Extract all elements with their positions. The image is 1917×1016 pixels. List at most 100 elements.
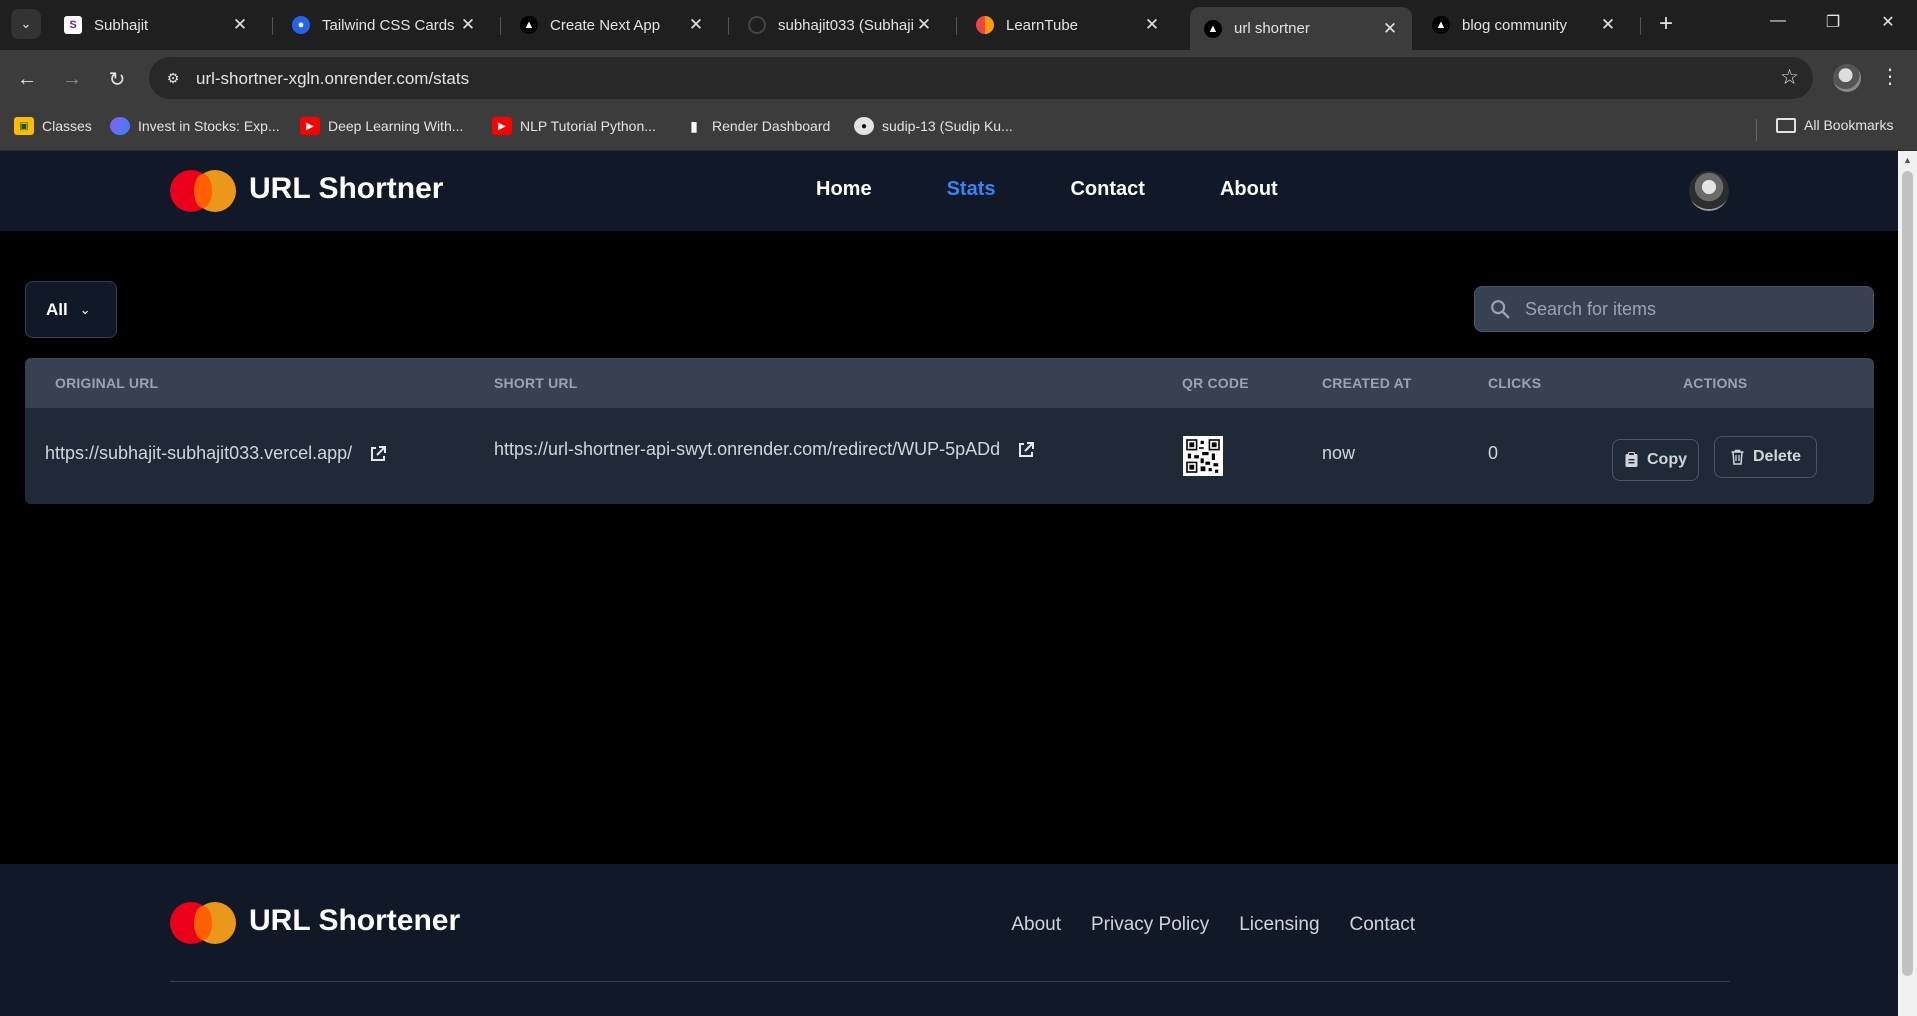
close-icon[interactable]: ✕: [1142, 15, 1162, 35]
brand-name[interactable]: URL Shortner: [249, 172, 443, 206]
user-avatar[interactable]: [1689, 171, 1729, 211]
tab-github-subhajit033[interactable]: subhajit033 (Subhajit ✕: [734, 7, 946, 43]
bookmark-label: Classes: [42, 118, 92, 134]
scrollbar-thumb[interactable]: [1902, 171, 1913, 976]
close-icon[interactable]: ✕: [914, 15, 934, 35]
site-settings-icon[interactable]: ⚙: [161, 67, 185, 89]
learntube-favicon-icon: [976, 16, 994, 34]
header-short-url: Short URL: [494, 375, 578, 391]
tab-url-shortner-active[interactable]: ▲ url shortner ✕: [1190, 7, 1412, 50]
vercel-triangle-favicon-icon: ▲: [1432, 16, 1450, 34]
vercel-triangle-favicon-icon: ▲: [1204, 19, 1222, 38]
bookmark-sudip-github[interactable]: ● sudip-13 (Sudip Ku...: [854, 117, 1013, 135]
tab-create-next-app[interactable]: ▲ Create Next App ✕: [506, 7, 718, 43]
close-icon[interactable]: ✕: [686, 15, 706, 35]
footer-link-privacy-policy[interactable]: Privacy Policy: [1091, 914, 1209, 936]
delete-button-label: Delete: [1752, 448, 1802, 465]
site-navbar: URL Shortner Home Stats Contact About: [0, 151, 1898, 231]
bookmark-classes[interactable]: ▣ Classes: [14, 117, 92, 135]
external-link-icon[interactable]: [368, 444, 388, 464]
all-bookmarks[interactable]: All Bookmarks: [1776, 117, 1893, 133]
new-tab-plus-icon[interactable]: +: [1652, 10, 1680, 38]
clicks-cell: 0: [1488, 443, 1499, 463]
footer-link-contact[interactable]: Contact: [1350, 914, 1415, 936]
classroom-icon: ▣: [14, 117, 34, 135]
search-box: [1474, 286, 1874, 332]
close-icon[interactable]: ✕: [230, 15, 250, 35]
restore-icon[interactable]: ❐: [1819, 12, 1847, 36]
subhajit-s-favicon-icon: S: [64, 16, 82, 34]
header-created-at: Created At: [1322, 375, 1412, 391]
tab-blog-community[interactable]: ▲ blog community ✕: [1418, 7, 1630, 43]
kebab-menu-icon[interactable]: ⋮: [1880, 64, 1900, 89]
original-url-cell: https://subhajit-subhajit033.vercel.app/: [45, 443, 388, 464]
minimize-icon[interactable]: —: [1764, 12, 1792, 36]
tab-learntube[interactable]: LearnTube ✕: [962, 7, 1174, 43]
bookmark-deep-learning[interactable]: ▶ Deep Learning With...: [300, 117, 463, 135]
globe-icon: [110, 117, 130, 135]
bookmark-label: Invest in Stocks: Exp...: [138, 118, 280, 134]
nav-about[interactable]: About: [1220, 178, 1278, 201]
bookmark-invest-in-stocks[interactable]: Invest in Stocks: Exp...: [110, 117, 280, 135]
tab-title: Create Next App: [550, 16, 661, 34]
tab-title: Subhajit: [94, 16, 149, 34]
bookmark-label: NLP Tutorial Python...: [520, 118, 656, 134]
tab-title: LearnTube: [1006, 16, 1078, 34]
header-original-url: Original URL: [55, 375, 159, 391]
copy-button[interactable]: Copy: [1612, 439, 1699, 481]
footer-link-licensing[interactable]: Licensing: [1239, 914, 1319, 936]
omnibox[interactable]: ⚙ url-shortner-xgln.onrender.com/stats ☆: [149, 57, 1813, 99]
filter-dropdown[interactable]: All ⌄: [25, 281, 117, 338]
all-bookmarks-label: All Bookmarks: [1804, 117, 1894, 133]
tab-tailwind-cards[interactable]: ● Tailwind CSS Cards - ✕: [278, 7, 490, 43]
nav-stats[interactable]: Stats: [947, 178, 996, 201]
forward-arrow-icon[interactable]: →: [58, 65, 86, 93]
nav-links: Home Stats Contact About: [816, 178, 1353, 201]
clipboard-icon: [1625, 452, 1638, 467]
window-close-icon[interactable]: ✕: [1874, 12, 1902, 36]
filter-selected-value: All: [46, 299, 68, 319]
original-url-link[interactable]: https://subhajit-subhajit033.vercel.app/: [45, 443, 352, 464]
reload-icon[interactable]: ↻: [103, 65, 131, 93]
tab-title: subhajit033 (Subhajit: [778, 16, 914, 34]
delete-button[interactable]: Delete: [1714, 436, 1817, 478]
nav-home[interactable]: Home: [816, 178, 872, 201]
footer-links: About Privacy Policy Licensing Contact: [981, 914, 1415, 936]
logo-overlapping-circles-icon[interactable]: [170, 170, 236, 212]
nav-contact[interactable]: Contact: [1070, 178, 1144, 201]
back-arrow-icon[interactable]: ←: [13, 65, 41, 93]
tab-search-chevron-down-icon[interactable]: ⌄: [11, 9, 41, 39]
created-at-cell: now: [1322, 443, 1356, 463]
qr-code-image[interactable]: [1183, 436, 1223, 476]
short-url-cell: https://url-shortner-api-swyt.onrender.c…: [494, 439, 1036, 460]
short-url-link[interactable]: https://url-shortner-api-swyt.onrender.c…: [494, 439, 1000, 460]
site-footer: URL Shortener About Privacy Policy Licen…: [0, 864, 1898, 1016]
external-link-icon[interactable]: [1016, 440, 1036, 460]
bookmark-label: Render Dashboard: [712, 118, 831, 134]
close-icon[interactable]: ✕: [458, 15, 478, 35]
footer-brand-name[interactable]: URL Shortener: [249, 904, 460, 938]
page-scrollbar[interactable]: ▲: [1898, 151, 1917, 1016]
youtube-icon: ▶: [300, 117, 320, 135]
bookmark-render-dashboard[interactable]: ▮ Render Dashboard: [684, 117, 830, 135]
bookmark-nlp-tutorial[interactable]: ▶ NLP Tutorial Python...: [492, 117, 656, 135]
tab-separator: [1640, 17, 1641, 35]
scroll-up-arrow-icon[interactable]: ▲: [1898, 155, 1917, 169]
close-icon[interactable]: ✕: [1380, 19, 1400, 39]
bookmark-star-icon[interactable]: ☆: [1780, 65, 1799, 90]
footer-link-about[interactable]: About: [1011, 914, 1061, 936]
close-icon[interactable]: ✕: [1598, 15, 1618, 35]
chevron-down-icon: ⌄: [79, 301, 91, 317]
copy-button-label: Copy: [1647, 451, 1687, 468]
footer-logo-overlapping-circles-icon[interactable]: [170, 902, 236, 944]
browser-tab-strip: ⌄ S Subhajit ✕ ● Tailwind CSS Cards - ✕ …: [0, 0, 1917, 50]
bookmarks-separator: [1756, 119, 1757, 141]
header-qr-code: QR Code: [1182, 375, 1249, 391]
table-header: Original URL Short URL QR Code Created A…: [25, 358, 1874, 408]
github-favicon-icon: [748, 16, 766, 34]
search-input[interactable]: [1525, 287, 1865, 331]
youtube-icon: ▶: [492, 117, 512, 135]
url-text[interactable]: url-shortner-xgln.onrender.com/stats: [196, 69, 469, 89]
tab-subhajit[interactable]: S Subhajit ✕: [50, 7, 262, 43]
browser-profile-avatar[interactable]: [1833, 64, 1861, 92]
